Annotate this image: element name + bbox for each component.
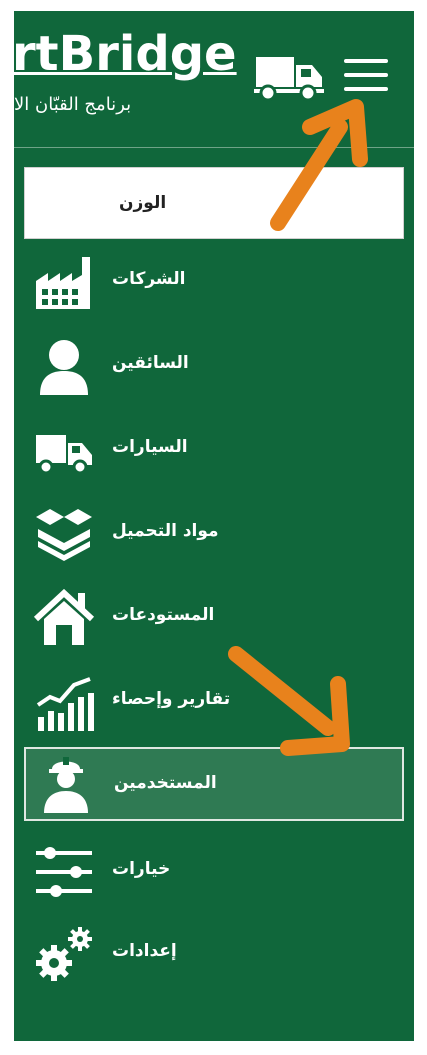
hamburger-line — [344, 87, 388, 91]
sidebar-item-label: المستخدمين — [114, 773, 217, 793]
sidebar-item-label: إعدادات — [112, 941, 177, 961]
sliders-icon — [36, 847, 92, 897]
sidebar-item-weight[interactable]: الوزن — [24, 167, 404, 239]
sidebar-item-settings[interactable]: إعدادات — [24, 919, 404, 989]
sidebar-item-drivers[interactable]: السائقين — [24, 331, 404, 401]
truck-icon — [254, 57, 324, 102]
sidebar-item-warehouses[interactable]: المستودعات — [24, 583, 404, 653]
brand-subtitle: برنامج القبّان الا — [14, 94, 132, 115]
sidebar-item-label: خيارات — [112, 859, 171, 879]
sidebar-item-label: المستودعات — [112, 605, 215, 625]
brand-title[interactable]: rtBridge — [14, 27, 242, 81]
sidebar-item-options[interactable]: خيارات — [24, 837, 404, 907]
sidebar-item-label: تقارير وإحصاء — [112, 689, 231, 709]
sidebar-item-vehicles[interactable]: السيارات — [24, 415, 404, 485]
sidebar-item-label: السائقين — [112, 353, 189, 373]
sidebar-item-label: الشركات — [112, 269, 186, 289]
worker-icon — [44, 757, 88, 813]
person-icon — [40, 340, 88, 395]
sidebar-item-label: مواد التحميل — [112, 521, 219, 541]
hamburger-line — [344, 73, 388, 77]
boxes-icon — [36, 509, 92, 561]
sidebar-header: rtBridge برنامج القبّان الا — [14, 11, 414, 149]
header-divider — [14, 147, 414, 148]
sidebar-item-label: الوزن — [119, 193, 167, 213]
sidebar-item-reports[interactable]: تقارير وإحصاء — [24, 667, 404, 737]
sidebar-item-companies[interactable]: الشركات — [24, 247, 404, 317]
house-icon — [34, 589, 95, 645]
chart-icon — [36, 677, 94, 731]
gears-icon — [36, 927, 92, 981]
sidebar-item-label: السيارات — [112, 437, 188, 457]
sidebar-item-cargo[interactable]: مواد التحميل — [24, 499, 404, 569]
truck-icon — [36, 435, 92, 475]
sidebar-panel: rtBridge برنامج القبّان الا الوزن الشركا… — [14, 11, 414, 1041]
sidebar-item-users[interactable]: المستخدمين — [24, 747, 404, 821]
hamburger-line — [344, 59, 388, 63]
hamburger-menu-button[interactable] — [344, 55, 388, 95]
factory-icon — [36, 257, 90, 309]
